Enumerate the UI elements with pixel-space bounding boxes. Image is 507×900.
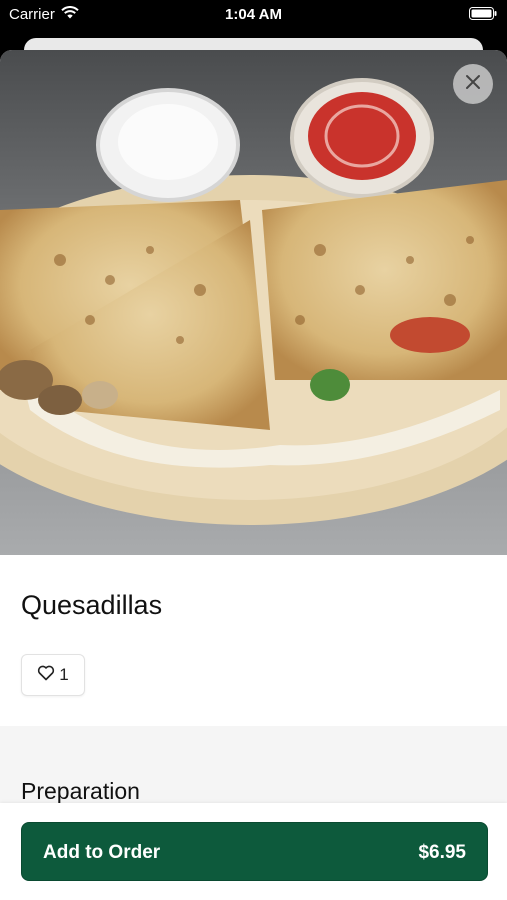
- status-time: 1:04 AM: [225, 6, 282, 23]
- add-to-order-button[interactable]: Add to Order $6.95: [21, 822, 488, 881]
- like-count: 1: [59, 665, 69, 684]
- bottom-bar: Add to Order $6.95: [0, 803, 507, 900]
- status-bar: Carrier 1:04 AM: [0, 0, 507, 28]
- like-button[interactable]: 1: [21, 654, 85, 696]
- battery-icon: [469, 7, 497, 24]
- section-title: Preparation: [21, 778, 140, 804]
- item-title: Quesadillas: [21, 590, 163, 620]
- heart-icon: [37, 665, 55, 686]
- item-photo: [0, 50, 507, 555]
- order-price: $6.95: [418, 842, 466, 863]
- item-detail-sheet: Quesadillas 1 Preparation Add to Order $…: [0, 50, 507, 900]
- close-icon: [464, 73, 482, 96]
- close-button[interactable]: [453, 64, 493, 104]
- add-to-order-label: Add to Order: [43, 842, 161, 863]
